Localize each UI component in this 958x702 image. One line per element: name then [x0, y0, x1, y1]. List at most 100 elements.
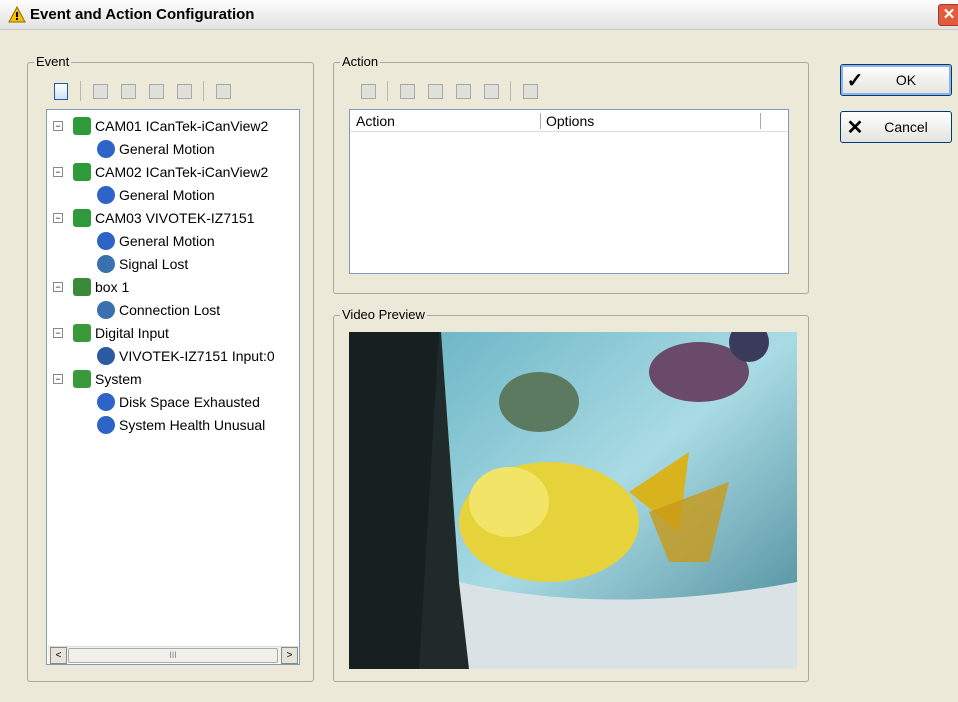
video-preview-legend: Video Preview [340, 307, 427, 322]
box-icon [73, 278, 91, 296]
motion-icon [97, 186, 115, 204]
title-bar: Event and Action Configuration ✕ [0, 0, 958, 30]
camera-icon [73, 117, 91, 135]
tree-label: Digital Input [95, 325, 169, 341]
tree-label: Disk Space Exhausted [119, 394, 260, 410]
toolbar-separator [510, 81, 511, 101]
system-icon [73, 370, 91, 388]
action-list[interactable]: Action Options [349, 109, 789, 274]
copy-action-icon [427, 83, 443, 99]
warning-icon [8, 6, 26, 23]
close-icon: ✕ [942, 6, 956, 23]
edit-action-icon [483, 83, 499, 99]
tree-leaf[interactable]: Signal Lost [97, 253, 188, 275]
tree-leaf[interactable]: General Motion [97, 138, 215, 160]
close-button[interactable]: ✕ [938, 4, 958, 26]
edit-action-button[interactable] [480, 81, 502, 101]
connection-lost-icon [97, 301, 115, 319]
tree-node[interactable]: − System [53, 368, 142, 390]
tree-label: General Motion [119, 187, 215, 203]
tree-node[interactable]: − CAM02 ICanTek-iCanView2 [53, 161, 269, 183]
scroll-right-icon: > [286, 650, 293, 661]
tree-leaf[interactable]: Connection Lost [97, 299, 220, 321]
tree-node[interactable]: − Digital Input [53, 322, 169, 344]
tree-leaf[interactable]: VIVOTEK-IZ7151 Input:0 [97, 345, 275, 367]
collapse-icon[interactable]: − [53, 213, 63, 223]
tree-leaf[interactable]: Disk Space Exhausted [97, 391, 260, 413]
input-icon [97, 347, 115, 365]
delete-action-button[interactable] [396, 81, 418, 101]
collapse-icon[interactable]: − [53, 328, 63, 338]
delete-event-button[interactable] [89, 81, 111, 101]
tree-node[interactable]: − CAM01 ICanTek-iCanView2 [53, 115, 269, 137]
delete-action-icon [399, 83, 415, 99]
tree-node[interactable]: − box 1 [53, 276, 130, 298]
copy-icon [120, 83, 136, 99]
tree-label: General Motion [119, 233, 215, 249]
tree-label: box 1 [95, 279, 130, 295]
properties-icon [215, 83, 231, 99]
collapse-icon[interactable]: − [53, 374, 63, 384]
edit-event-button[interactable] [173, 81, 195, 101]
toolbar-separator [80, 81, 81, 101]
collapse-icon[interactable]: − [53, 167, 63, 177]
event-tree[interactable]: − CAM01 ICanTek-iCanView2 General Motion − C… [46, 109, 300, 665]
copy-event-button[interactable] [117, 81, 139, 101]
column-divider[interactable] [760, 113, 761, 129]
tree-label: VIVOTEK-IZ7151 Input:0 [119, 348, 275, 364]
toolbar-separator [203, 81, 204, 101]
camera-icon [73, 209, 91, 227]
cancel-button[interactable]: ✕ Cancel [840, 111, 952, 143]
column-header-options[interactable]: Options [546, 113, 594, 129]
digital-input-icon [73, 324, 91, 342]
tree-node[interactable]: − CAM03 VIVOTEK-IZ7151 [53, 207, 255, 229]
video-preview [349, 332, 797, 669]
test-action-button[interactable] [519, 81, 541, 101]
tree-leaf[interactable]: General Motion [97, 184, 215, 206]
ok-button[interactable]: ✓ OK [840, 64, 952, 96]
check-icon: ✓ [846, 69, 864, 92]
event-group-legend: Event [34, 54, 72, 69]
tree-label: CAM01 ICanTek-iCanView2 [95, 118, 269, 134]
properties-event-button[interactable] [212, 81, 234, 101]
action-toolbar [357, 81, 541, 101]
new-action-button[interactable] [357, 81, 379, 101]
tree-label: Connection Lost [119, 302, 221, 318]
horizontal-scrollbar[interactable]: < III > [48, 646, 298, 664]
cancel-label: Cancel [884, 119, 928, 135]
column-divider[interactable] [540, 113, 541, 129]
edit-icon [176, 83, 192, 99]
new-action-icon [360, 83, 376, 99]
tree-label: System [95, 371, 142, 387]
collapse-icon[interactable]: − [53, 121, 63, 131]
scroll-thumb[interactable]: III [68, 648, 278, 663]
toolbar-separator [387, 81, 388, 101]
new-event-button[interactable] [50, 81, 72, 101]
collapse-icon[interactable]: − [53, 282, 63, 292]
event-toolbar [50, 81, 234, 101]
paste-icon [148, 83, 164, 99]
scroll-right-button[interactable]: > [281, 647, 298, 664]
health-icon [97, 416, 115, 434]
action-group-legend: Action [340, 54, 381, 69]
copy-action-button[interactable] [424, 81, 446, 101]
tree-label: System Health Unusual [119, 417, 266, 433]
new-icon [54, 82, 68, 100]
motion-icon [97, 232, 115, 250]
signal-lost-icon [97, 255, 115, 273]
tree-label: General Motion [119, 141, 215, 157]
column-header-action[interactable]: Action [356, 113, 395, 129]
scroll-left-button[interactable]: < [50, 647, 67, 664]
paste-action-button[interactable] [452, 81, 474, 101]
tree-label: CAM03 VIVOTEK-IZ7151 [95, 210, 255, 226]
paste-event-button[interactable] [145, 81, 167, 101]
tree-leaf[interactable]: System Health Unusual [97, 414, 265, 436]
ok-label: OK [895, 72, 917, 88]
camera-icon [73, 163, 91, 181]
tree-leaf[interactable]: General Motion [97, 230, 215, 252]
test-action-icon [522, 83, 538, 99]
window-title: Event and Action Configuration [30, 6, 255, 23]
video-frame-image [349, 332, 797, 669]
tree-label: CAM02 ICanTek-iCanView2 [95, 164, 269, 180]
scroll-left-icon: < [55, 650, 62, 661]
